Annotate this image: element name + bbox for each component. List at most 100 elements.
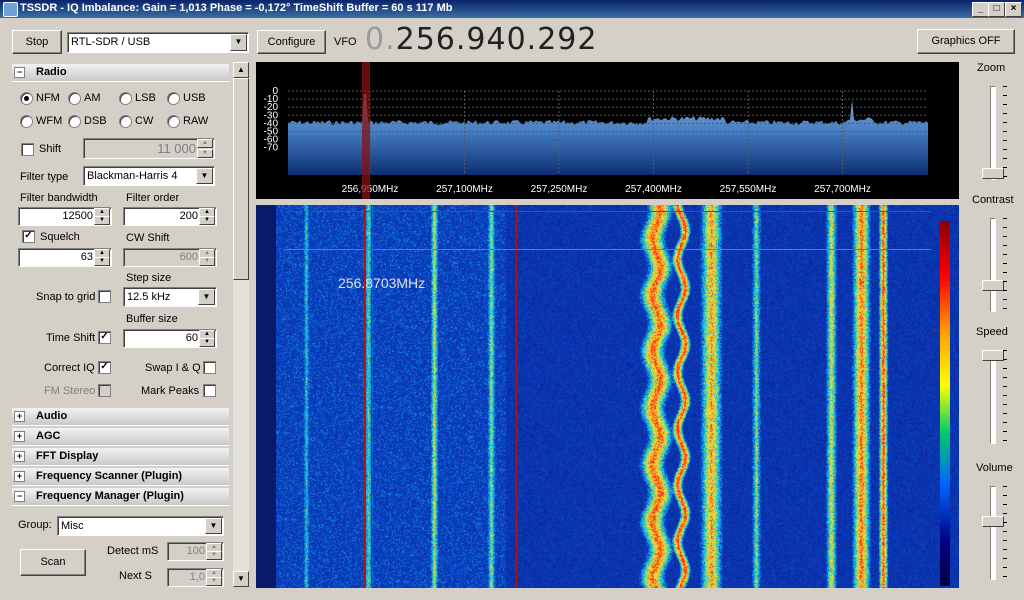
shift-checkbox[interactable] [21, 143, 34, 156]
chevron-down-icon[interactable]: ▼ [198, 289, 215, 305]
slider-tick [1003, 359, 1007, 360]
next-spinner[interactable]: 1,0 ▲ ▼ [167, 568, 224, 587]
shift-spinner[interactable]: 11 000 ▲ ▼ [83, 138, 215, 159]
maximize-button[interactable]: □ [988, 2, 1005, 17]
close-button[interactable]: × [1005, 2, 1022, 17]
left-panel-scrollbar[interactable]: ▲ ▼ [233, 62, 249, 587]
volume-slider-thumb[interactable] [982, 516, 1004, 527]
fm-stereo-label: FM Stereo [44, 385, 96, 397]
vfo-marker[interactable] [362, 62, 370, 199]
buffer-size-label: Buffer size [126, 313, 178, 325]
section-agc-title: AGC [36, 430, 61, 442]
section-agc[interactable]: + AGC [12, 428, 229, 446]
filter-order-spinner[interactable]: 200 ▲ ▼ [123, 207, 217, 226]
title-bar: TSSDR - IQ Imbalance: Gain = 1,013 Phase… [0, 0, 1024, 18]
chevron-down-icon[interactable]: ▼ [230, 34, 247, 51]
device-select[interactable]: RTL-SDR / USB ▼ [67, 32, 249, 53]
mode-radio-nfm[interactable] [20, 92, 33, 105]
scroll-thumb[interactable] [233, 78, 249, 280]
slider-tick [1003, 368, 1007, 369]
squelch-value: 63 [80, 251, 93, 263]
mark-peaks-checkbox[interactable] [203, 384, 216, 397]
spin-down-icon[interactable]: ▼ [206, 551, 222, 560]
expand-icon[interactable]: + [14, 451, 25, 462]
slider-tick [1003, 386, 1007, 387]
mode-radio-lsb[interactable] [119, 92, 132, 105]
group-select[interactable]: Misc ▼ [57, 516, 224, 536]
waterfall-display[interactable]: 256.8703MHz [256, 205, 959, 588]
swap-iq-checkbox[interactable] [203, 361, 216, 374]
slider-tick [1003, 404, 1007, 405]
spin-down-icon[interactable]: ▼ [199, 338, 215, 347]
device-select-value: RTL-SDR / USB [71, 36, 151, 48]
spectrum-display[interactable]: 0-10-20-30-40-50-60-70 256,950MHz257,100… [256, 62, 959, 199]
contrast-track[interactable] [990, 218, 996, 312]
filter-bandwidth-spinner[interactable]: 12500 ▲ ▼ [18, 207, 112, 226]
expand-icon[interactable]: + [14, 431, 25, 442]
mode-radio-wfm[interactable] [20, 115, 33, 128]
slider-tick [1003, 263, 1007, 264]
scroll-down-icon[interactable]: ▼ [233, 571, 249, 587]
mode-radio-usb[interactable] [167, 92, 180, 105]
cw-shift-spinner[interactable]: 600 ▲ ▼ [123, 248, 217, 267]
contrast-slider-thumb[interactable] [982, 280, 1004, 291]
time-shift-checkbox[interactable]: ✓ [98, 331, 111, 344]
mode-label-lsb: LSB [135, 92, 156, 104]
slider-tick [1003, 104, 1007, 105]
vfo-frequency-display[interactable]: 0.256.940.292 [365, 22, 597, 57]
step-size-value: 12.5 kHz [127, 291, 171, 303]
speed-slider-thumb[interactable] [982, 350, 1004, 361]
section-radio[interactable]: − Radio [12, 64, 229, 82]
mode-radio-raw[interactable] [167, 115, 180, 128]
x-tick-label: 257,700MHz [814, 184, 871, 195]
spin-down-icon[interactable]: ▼ [197, 149, 213, 158]
spin-down-icon[interactable]: ▼ [94, 216, 110, 225]
buffer-size-spinner[interactable]: 60 ▲ ▼ [123, 329, 217, 348]
volume-track[interactable] [990, 486, 996, 580]
spin-up-icon[interactable]: ▲ [197, 139, 213, 148]
minimize-button[interactable]: _ [972, 2, 989, 17]
mode-radio-am[interactable] [68, 92, 81, 105]
waterfall-canvas[interactable] [256, 205, 959, 588]
section-audio[interactable]: + Audio [12, 408, 229, 426]
slider-tick [1003, 522, 1007, 523]
expand-icon[interactable]: + [14, 471, 25, 482]
fm-stereo-checkbox[interactable] [98, 384, 111, 397]
zoom-track[interactable] [990, 86, 996, 180]
collapse-icon[interactable]: − [14, 491, 25, 502]
detect-spinner[interactable]: 100 ▲ ▼ [167, 542, 224, 561]
filter-type-select[interactable]: Blackman-Harris 4 ▼ [83, 166, 215, 186]
configure-button[interactable]: Configure [257, 30, 326, 54]
mode-radio-cw[interactable] [119, 115, 132, 128]
squelch-spinner[interactable]: 63 ▲ ▼ [18, 248, 112, 267]
step-size-select[interactable]: 12.5 kHz ▼ [123, 287, 217, 307]
filter-order-value: 200 [179, 210, 198, 222]
spin-down-icon[interactable]: ▼ [206, 577, 222, 586]
chevron-down-icon[interactable]: ▼ [205, 518, 222, 534]
contrast-label: Contrast [972, 194, 1014, 206]
mode-radio-dsb[interactable] [68, 115, 81, 128]
section-fft-display[interactable]: + FFT Display [12, 448, 229, 466]
expand-icon[interactable]: + [14, 411, 25, 422]
spectrum-plot[interactable]: 0-10-20-30-40-50-60-70 256,950MHz257,100… [256, 62, 959, 199]
section-frequency-manager[interactable]: − Frequency Manager (Plugin) [12, 488, 229, 506]
section-frequency-manager-title: Frequency Manager (Plugin) [36, 490, 184, 502]
snap-to-grid-checkbox[interactable] [98, 290, 111, 303]
zoom-slider-thumb[interactable] [982, 168, 1004, 179]
scroll-up-icon[interactable]: ▲ [233, 62, 249, 78]
vfo-line[interactable] [364, 205, 366, 588]
scan-button[interactable]: Scan [20, 549, 86, 576]
section-frequency-scanner[interactable]: + Frequency Scanner (Plugin) [12, 468, 229, 486]
stop-button[interactable]: Stop [12, 30, 62, 54]
correct-iq-checkbox[interactable]: ✓ [98, 361, 111, 374]
squelch-checkbox[interactable]: ✓ [22, 230, 35, 243]
spin-down-icon[interactable]: ▼ [199, 257, 215, 266]
graphics-toggle-button[interactable]: Graphics OFF [917, 29, 1015, 54]
collapse-icon[interactable]: − [14, 67, 25, 78]
slider-tick [1003, 540, 1007, 541]
spin-down-icon[interactable]: ▼ [199, 216, 215, 225]
filter-bandwidth-label: Filter bandwidth [20, 192, 98, 204]
chevron-down-icon[interactable]: ▼ [196, 168, 213, 184]
speed-track[interactable] [990, 350, 996, 444]
spin-down-icon[interactable]: ▼ [94, 257, 110, 266]
